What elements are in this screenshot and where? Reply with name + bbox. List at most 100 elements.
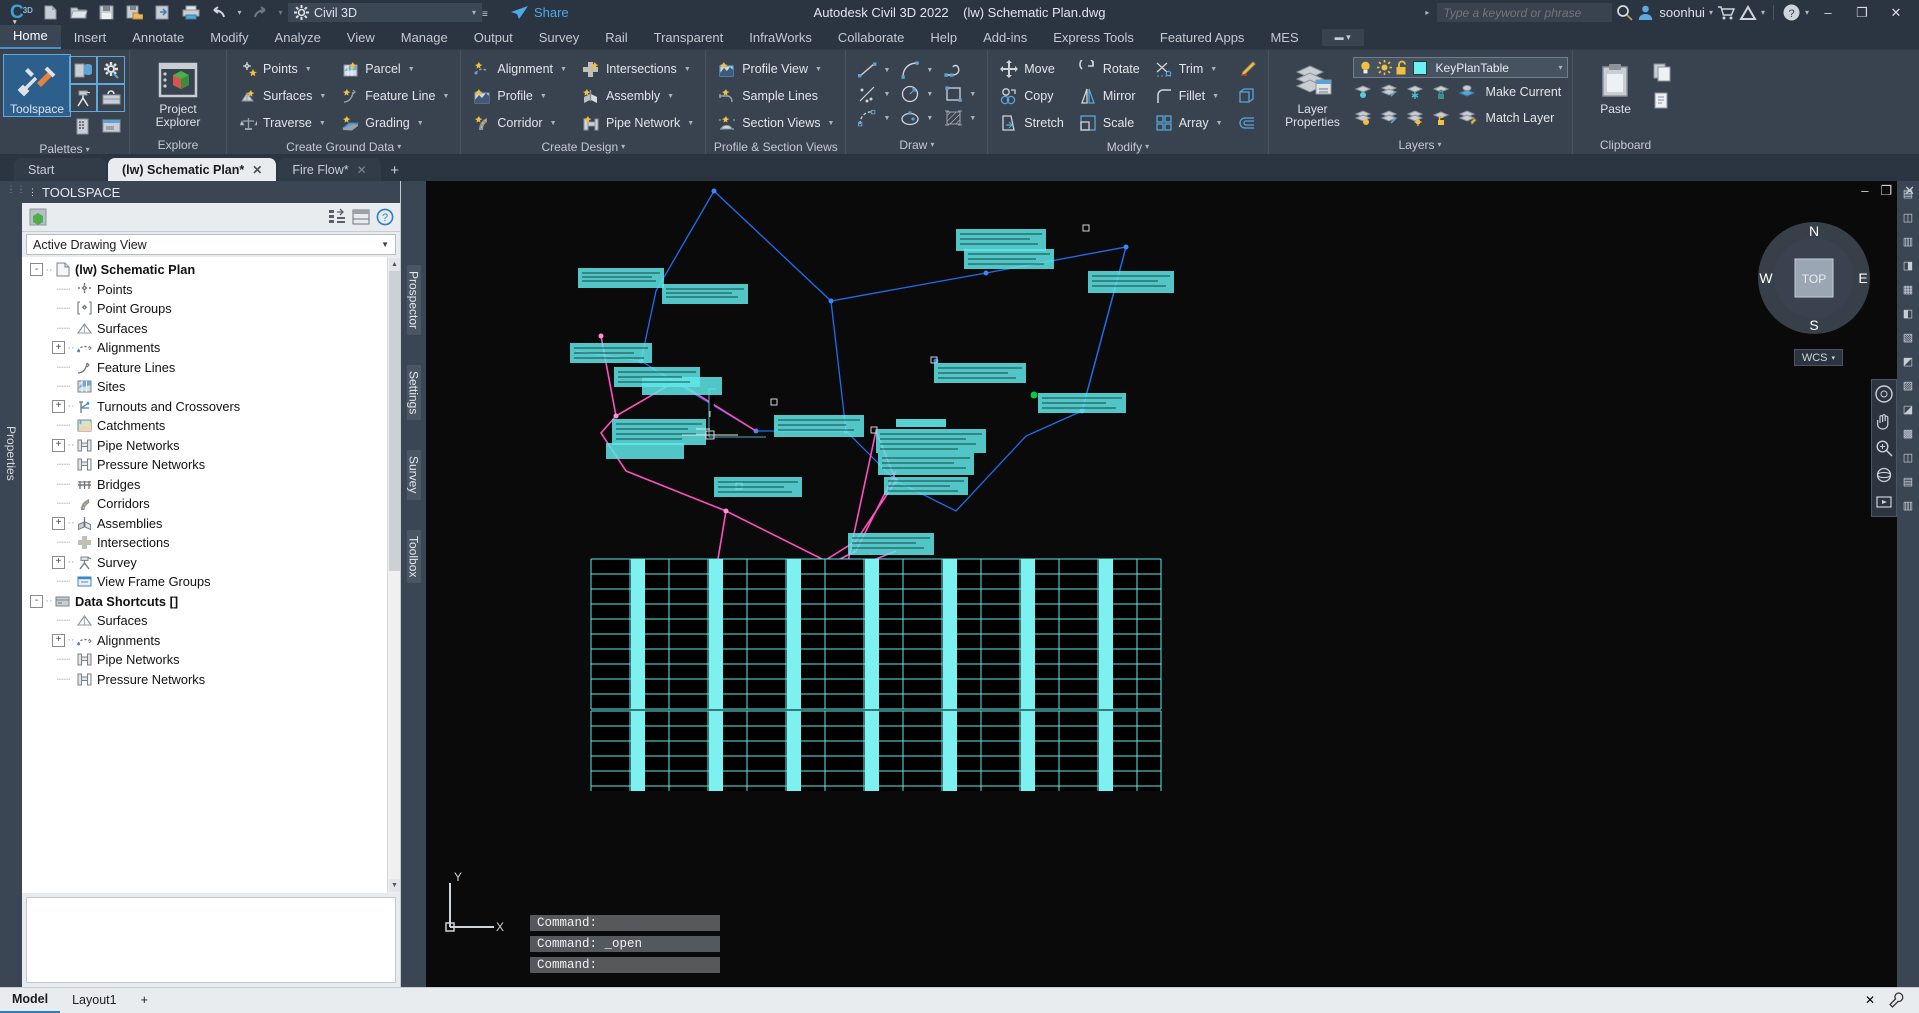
circle-tool[interactable]: ▼ — [895, 82, 938, 106]
chevron-down-icon[interactable]: ▼ — [684, 66, 691, 73]
stretch-button[interactable]: Stretch — [995, 110, 1068, 136]
share-button[interactable]: Share — [510, 5, 569, 20]
add-layout-button[interactable]: + — [129, 988, 160, 1013]
layer-lock-icon[interactable] — [1431, 81, 1454, 103]
tree-expander-icon[interactable]: + — [52, 633, 65, 647]
scroll-up-icon[interactable]: ▲ — [389, 258, 400, 271]
layer-freeze-icon[interactable] — [1405, 81, 1428, 103]
chevron-down-icon[interactable]: ▼ — [687, 120, 694, 127]
mirror-button[interactable]: Mirror — [1074, 83, 1144, 109]
help-icon[interactable]: ? — [1782, 3, 1801, 22]
ellipse-tool[interactable]: ▼ — [895, 106, 938, 130]
tree-expander-icon[interactable]: + — [52, 438, 65, 452]
ribbon-tab-output[interactable]: Output — [461, 27, 526, 49]
toolspace-tree[interactable]: - ·· (lw) Schematic Plan ┈┈ Points ┈┈ Point Gr… — [22, 257, 400, 893]
close-icon[interactable]: ✕ — [357, 163, 367, 177]
tree-item-pipe-networks[interactable]: + ·· Pipe Networks — [22, 436, 400, 456]
open-file-icon[interactable] — [66, 2, 92, 24]
close-command-line-icon[interactable]: ✕ — [1865, 993, 1875, 1007]
unlock-icon[interactable] — [1396, 60, 1409, 75]
save-as-icon[interactable] — [122, 2, 148, 24]
chevron-down-icon[interactable]: ▼ — [969, 91, 976, 98]
chevron-down-icon[interactable]: ▼ — [319, 120, 326, 127]
layout-tab-model[interactable]: Model — [0, 988, 61, 1013]
tree-item-alignments[interactable]: + ·· Alignments — [22, 338, 400, 358]
add-document-tab-button[interactable]: + — [383, 159, 407, 181]
chevron-down-icon[interactable]: ▼ — [828, 120, 835, 127]
tree-item-pressure-networks[interactable]: ┈┈ Pressure Networks — [22, 455, 400, 475]
scale-button[interactable]: Scale — [1074, 110, 1144, 136]
layer-unisolate-icon[interactable] — [1379, 81, 1402, 103]
ribbon-tab-survey[interactable]: Survey — [526, 27, 592, 49]
restore-button[interactable]: ❐ — [1847, 0, 1877, 25]
chevron-down-icon[interactable]: ▼ — [540, 93, 547, 100]
tree-item-turnouts-and-crossovers[interactable]: + ·· Turnouts and Crossovers — [22, 397, 400, 417]
parcel-button[interactable]: Parcel ▼ — [336, 56, 453, 82]
panel-grip-icon[interactable]: ⋮ — [28, 187, 37, 198]
chevron-down-icon[interactable]: ▼ — [550, 120, 557, 127]
civil3d-logo-icon[interactable]: C3D ▾ — [4, 2, 36, 26]
spline-tool[interactable]: ▼ — [852, 106, 895, 130]
toolspace-preview-toggle-icon[interactable] — [352, 208, 370, 226]
tree-item-intersections[interactable]: ┈┈ Intersections — [22, 533, 400, 553]
make-current-icon[interactable] — [1457, 81, 1480, 103]
match-layer-icon[interactable] — [1457, 107, 1480, 129]
chevron-down-icon[interactable]: ▼ — [926, 115, 933, 122]
workspace-selector[interactable]: Civil 3D ▾ — [287, 3, 482, 22]
tree-expander-icon[interactable]: + — [52, 555, 65, 569]
plot-icon[interactable] — [178, 2, 204, 24]
line-tool[interactable]: ▼ — [852, 58, 895, 82]
search-expand-icon[interactable]: ▸ — [1425, 8, 1429, 17]
ribbon-tab-insert[interactable]: Insert — [61, 27, 120, 49]
rotate-button[interactable]: Rotate — [1074, 56, 1144, 82]
polyline-tool[interactable] — [938, 58, 981, 82]
tree-item-view-frame-groups[interactable]: ┈┈ View Frame Groups — [22, 572, 400, 592]
undo-dropdown-icon[interactable]: ▾ — [234, 2, 245, 24]
tree-expander-icon[interactable]: + — [52, 516, 65, 530]
orbit-icon[interactable] — [1874, 465, 1894, 485]
view-cube[interactable]: TOP N S E W — [1755, 219, 1873, 337]
ribbon-tab-view[interactable]: View — [334, 27, 388, 49]
rail-tool-8-icon[interactable]: ◩ — [1900, 353, 1917, 370]
rail-tool-12-icon[interactable]: ◫ — [1900, 449, 1917, 466]
tree-item-alignments[interactable]: + ·· Alignments — [22, 631, 400, 651]
export-icon[interactable] — [150, 2, 176, 24]
chevron-down-icon[interactable]: ▼ — [1210, 66, 1217, 73]
tree-item-bridges[interactable]: ┈┈ Bridges — [22, 475, 400, 495]
autodesk-dropdown-icon[interactable]: ▾ — [1761, 8, 1765, 17]
prospector-toggle-icon[interactable] — [28, 207, 48, 227]
toolspace-tab-survey[interactable]: Survey — [406, 450, 421, 500]
rail-tool-4-icon[interactable]: ◨ — [1900, 257, 1917, 274]
tree-item-catchments[interactable]: ┈┈ Catchments — [22, 416, 400, 436]
intersections-button[interactable]: Intersections ▼ — [577, 56, 698, 82]
copy-button[interactable]: Copy — [995, 83, 1068, 109]
rail-grip-icon[interactable]: ⋮⋮ — [7, 185, 26, 196]
drawing-canvas[interactable]: – ❐ ✕ Y X Command: Command: _open Comman… — [426, 181, 1919, 987]
tree-item-feature-lines[interactable]: ┈┈ Feature Lines — [22, 358, 400, 378]
layout-tab-layout1[interactable]: Layout1 — [60, 988, 128, 1013]
help-icon[interactable]: ? — [376, 208, 394, 226]
canvas-restore-button[interactable]: ❐ — [1880, 183, 1892, 199]
arc-tool[interactable]: ▼ — [895, 58, 938, 82]
chevron-down-icon[interactable]: ▼ — [883, 91, 890, 98]
ribbon-tab-collaborate[interactable]: Collaborate — [825, 27, 918, 49]
chevron-down-icon[interactable]: ▾ — [1559, 63, 1563, 72]
chevron-down-icon[interactable]: ▼ — [1212, 93, 1219, 100]
rail-tool-5-icon[interactable]: ▦ — [1900, 281, 1917, 298]
copy-clip-icon[interactable] — [1649, 59, 1675, 85]
rail-tool-3-icon[interactable]: ▥ — [1900, 233, 1917, 250]
trim-button[interactable]: Trim ▼ — [1150, 56, 1227, 82]
wcs-selector[interactable]: WCS ▾ — [1793, 349, 1843, 366]
hatch-tool[interactable]: ▼ — [938, 106, 981, 130]
chevron-down-icon[interactable]: ▼ — [883, 67, 890, 74]
new-file-icon[interactable] — [38, 2, 64, 24]
rail-tool-10-icon[interactable]: ◪ — [1900, 401, 1917, 418]
feature-line-button[interactable]: Feature Line ▼ — [336, 83, 453, 109]
rail-tool-14-icon[interactable]: ▥ — [1900, 497, 1917, 514]
ribbon-tab-express-tools[interactable]: Express Tools — [1040, 27, 1147, 49]
tree-item-points[interactable]: ┈┈ Points — [22, 280, 400, 300]
search-icon[interactable] — [1616, 4, 1634, 21]
save-file-icon[interactable] — [94, 2, 120, 24]
undo-icon[interactable] — [206, 2, 232, 24]
document-tab-start[interactable]: Start — [14, 158, 106, 181]
